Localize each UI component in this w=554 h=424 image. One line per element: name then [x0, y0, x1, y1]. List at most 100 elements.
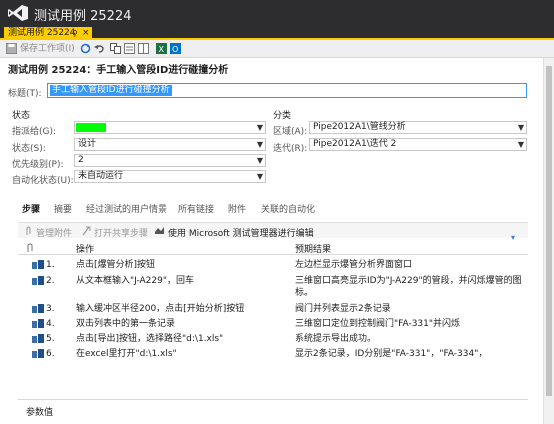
tab-attachments[interactable]: 附件 [228, 202, 246, 215]
area-value: Pipe2012A1\管线分析 [313, 122, 406, 132]
step-action[interactable]: 在excel里打开"d:\1.xls" [76, 348, 286, 360]
chevron-down-icon[interactable]: ▼ [257, 139, 263, 150]
step-action[interactable]: 输入缓冲区半径200，点击[开始分析]按钮 [76, 303, 286, 315]
table-row[interactable]: 4. 双击列表中的第一条记录 三维窗口定位到控制阀门"FA-331"并闪烁 [18, 317, 528, 331]
pin-icon[interactable]: ⚲ [72, 27, 78, 40]
table-row[interactable]: 3. 输入缓冲区半径200，点击[开始分析]按钮 阀门并列表显示2条记录 [18, 302, 528, 316]
step-number: 1. [46, 260, 55, 270]
close-icon[interactable]: × [82, 27, 90, 40]
expected-result-column-header[interactable]: 预期结果 [295, 242, 331, 255]
step-action[interactable]: 点击[导出]按钮，选择路径"d:\1.xls" [76, 333, 286, 345]
refresh-icon[interactable] [80, 43, 91, 54]
step-number: 6. [46, 349, 55, 359]
step-icon [32, 319, 44, 328]
priority-label: 优先级别(P): [12, 160, 64, 170]
window-title: 测试用例 25224 [34, 9, 132, 24]
state-dropdown[interactable]: 设计 ▼ [74, 138, 266, 151]
copy-work-item-icon[interactable] [110, 43, 121, 54]
new-linked-item-icon[interactable] [124, 43, 135, 54]
chevron-down-icon[interactable]: ▼ [257, 171, 263, 182]
chevron-down-icon[interactable]: ▼ [257, 122, 263, 133]
state-value: 设计 [78, 139, 97, 149]
parameters-section: 参数值 [18, 399, 528, 419]
assigned-user-swatch [76, 123, 106, 132]
assigned-to-dropdown[interactable]: ▼ [74, 121, 266, 134]
area-label: 区域(A): [273, 127, 308, 137]
excel-icon[interactable]: X [156, 43, 167, 54]
chevron-down-icon[interactable]: ▼ [257, 155, 263, 166]
document-tab-strip: 测试用例 25224 ⚲ × [0, 26, 554, 40]
grid-header: 操作 预期结果 [18, 241, 528, 255]
step-action[interactable]: 点击[爆管分析]按钮 [76, 259, 286, 271]
classification-section-heading: 分类 [273, 111, 292, 121]
automation-status-label: 自动化状态(U): [12, 176, 74, 186]
scrollbar-thumb[interactable] [546, 66, 552, 396]
table-row[interactable]: 5. 点击[导出]按钮，选择路径"d:\1.xls" 系统提示导出成功。 [18, 332, 528, 346]
step-icon [32, 334, 44, 343]
step-number: 5. [46, 334, 55, 344]
chevron-down-icon[interactable]: ▼ [518, 139, 524, 150]
automation-status-value: 未自动运行 [78, 171, 124, 181]
title-value: 手工输入管段ID进行碰撞分析 [50, 85, 172, 96]
svg-text:X: X [159, 45, 165, 54]
tab-associated-automation[interactable]: 关联的自动化 [261, 202, 315, 215]
step-icon [32, 260, 44, 269]
paperclip-icon [26, 226, 31, 235]
title-label: 标题(T): [8, 89, 42, 99]
parameters-label: 参数值 [26, 408, 54, 418]
tab-all-links[interactable]: 所有链接 [178, 202, 214, 215]
work-item-toolbar: 保存工作项(I) X O [0, 40, 554, 58]
save-button[interactable]: 保存工作项(I) [20, 42, 75, 56]
table-row[interactable]: 6. 在excel里打开"d:\1.xls" 显示2条记录，ID分别是"FA-3… [18, 347, 528, 361]
iteration-dropdown[interactable]: Pipe2012A1\迭代 2 ▼ [309, 138, 527, 151]
open-shared-steps-icon [82, 226, 91, 236]
step-expected-result[interactable]: 系统提示导出成功。 [295, 333, 525, 345]
tab-label: 测试用例 25224 [8, 28, 76, 38]
step-expected-result[interactable]: 三维窗口高亮显示ID为"J-A229"的管段，并闪烁爆管的图标。 [295, 275, 525, 299]
priority-value: 2 [78, 155, 84, 165]
save-icon[interactable] [6, 43, 17, 54]
step-expected-result[interactable]: 三维窗口定位到控制阀门"FA-331"并闪烁 [295, 318, 525, 330]
steps-toolbar: 管理附件 打开共享步骤 使用 Microsoft 测试管理器进行编辑 [18, 222, 528, 239]
step-number: 2. [46, 276, 55, 286]
attachment-column-icon [27, 243, 33, 252]
title-bar: 测试用例 25224 [0, 0, 554, 26]
table-row[interactable]: 1. 点击[爆管分析]按钮 左边栏显示爆管分析界面窗口 [18, 258, 528, 272]
manage-attachments-button[interactable]: 管理附件 [36, 226, 72, 239]
step-icon [32, 276, 44, 285]
use-mtm-edit-button[interactable]: 使用 Microsoft 测试管理器进行编辑 [168, 226, 314, 239]
tab-steps[interactable]: 步骤 [22, 202, 40, 215]
action-column-header[interactable]: 操作 [76, 242, 94, 255]
area-dropdown[interactable]: Pipe2012A1\管线分析 ▼ [309, 121, 527, 134]
chevron-down-icon[interactable]: ▼ [518, 122, 524, 133]
open-shared-steps-button[interactable]: 打开共享步骤 [94, 226, 148, 239]
state-section-heading: 状态 [12, 111, 31, 121]
iteration-label: 迭代(R): [273, 144, 308, 154]
priority-dropdown[interactable]: 2 ▼ [74, 154, 266, 167]
title-input[interactable]: 手工输入管段ID进行碰撞分析 [47, 83, 527, 98]
split-view-icon[interactable] [138, 43, 149, 54]
step-icon [32, 349, 44, 358]
step-action[interactable]: 双击列表中的第一条记录 [76, 318, 286, 330]
step-number: 4. [46, 319, 55, 329]
step-action[interactable]: 从文本框输入"J-A229"，回车 [76, 275, 286, 287]
test-manager-icon [155, 227, 164, 234]
tab-test-case[interactable]: 测试用例 25224 ⚲ × [4, 27, 92, 40]
tab-summary[interactable]: 摘要 [54, 202, 72, 215]
assigned-to-label: 指派给(G): [12, 127, 57, 137]
step-icon [32, 304, 44, 313]
state-label: 状态(S): [12, 144, 46, 154]
undo-icon[interactable] [94, 43, 105, 54]
step-expected-result[interactable]: 阀门并列表显示2条记录 [295, 303, 525, 315]
svg-text:O: O [172, 45, 178, 54]
automation-status-dropdown[interactable]: 未自动运行 ▼ [74, 170, 266, 183]
visual-studio-logo-icon [8, 5, 28, 21]
step-expected-result[interactable]: 显示2条记录，ID分别是"FA-331"，"FA-334"， [295, 348, 525, 360]
table-row[interactable]: 2. 从文本框输入"J-A229"，回车 三维窗口高亮显示ID为"J-A229"… [18, 274, 528, 300]
step-number: 3. [46, 304, 55, 314]
outlook-icon[interactable]: O [170, 43, 181, 54]
iteration-value: Pipe2012A1\迭代 2 [313, 139, 397, 149]
tab-tested-user-stories[interactable]: 经过测试的用户情景 [86, 202, 167, 215]
vertical-scrollbar[interactable] [543, 58, 554, 424]
step-expected-result[interactable]: 左边栏显示爆管分析界面窗口 [295, 259, 525, 271]
